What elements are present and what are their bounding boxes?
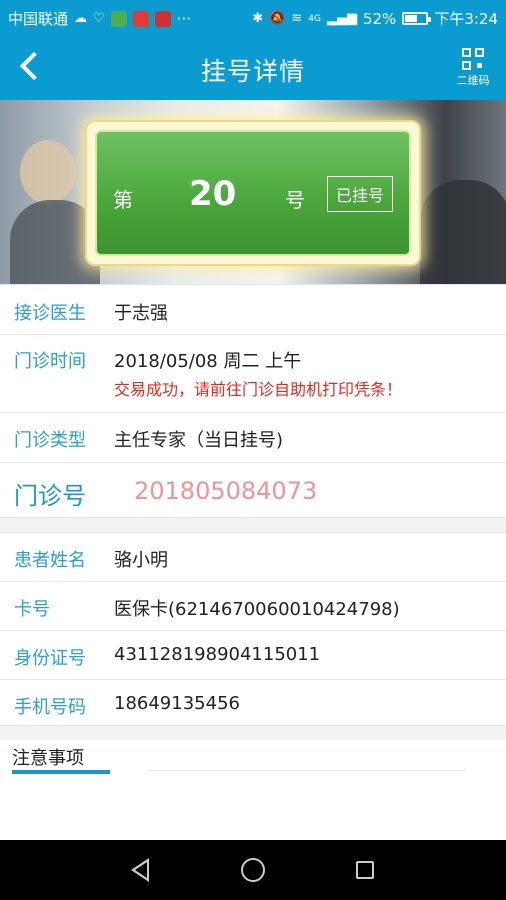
- status-badge: 已挂号: [327, 176, 394, 212]
- patient-name-row: 患者姓名 骆小明: [0, 533, 506, 582]
- app-notification-icon: [132, 10, 149, 27]
- appointment-info-card: 接诊医生 于志强 门诊时间 2018/05/08 周二 上午 交易成功，请前往门…: [0, 284, 506, 518]
- qr-code-button[interactable]: 二维码: [450, 44, 496, 92]
- app-bar: 挂号详情 二维码: [0, 34, 506, 100]
- cloud-icon: ☁: [74, 10, 88, 26]
- ticket-number: 20: [189, 174, 237, 214]
- transaction-notice: 交易成功，请前往门诊自助机打印凭条！: [114, 380, 403, 399]
- carrier-label: 中国联通: [8, 10, 69, 28]
- divider: [148, 770, 466, 771]
- qr-code-label: 二维码: [456, 74, 490, 87]
- clock: 下午3:24: [434, 10, 498, 28]
- network-type-label: 4G: [308, 13, 321, 24]
- ticket-suffix: 号: [285, 188, 305, 212]
- ticket-card: 第 20 号 已挂号: [85, 120, 421, 266]
- card-number-value: 医保卡(6214670060010424798): [114, 599, 400, 620]
- wifi-icon: ≋: [291, 10, 303, 26]
- phone-value: 18649135456: [114, 693, 240, 714]
- clinic-number-label: 门诊号: [14, 482, 86, 510]
- ticket-prefix: 第: [113, 188, 133, 212]
- clinic-time-value: 2018/05/08 周二 上午: [114, 351, 302, 372]
- clinic-number-value: 201805084073: [134, 477, 318, 505]
- ticket-banner: 第 20 号 已挂号: [0, 100, 506, 284]
- tab-indicator: [12, 770, 110, 774]
- clinic-type-value: 主任专家（当日挂号): [114, 430, 284, 451]
- patient-name-label: 患者姓名: [14, 550, 86, 571]
- nav-recent-apps-icon[interactable]: [349, 854, 381, 886]
- phone-row: 手机号码 18649135456: [0, 680, 506, 729]
- banner-background-photo: [20, 140, 76, 204]
- mute-icon: 🔕: [269, 10, 286, 26]
- page-title: 挂号详情: [200, 57, 305, 86]
- card-number-row: 卡号 医保卡(6214670060010424798): [0, 582, 506, 631]
- patient-name-value: 骆小明: [114, 550, 168, 571]
- clinic-type-label: 门诊类型: [14, 430, 86, 451]
- id-number-label: 身份证号: [14, 648, 86, 669]
- banner-background-photo: [420, 180, 506, 284]
- id-number-row: 身份证号 431128198904115011: [0, 631, 506, 680]
- clinic-time-label: 门诊时间: [14, 351, 86, 372]
- patient-info-card: 患者姓名 骆小明 卡号 医保卡(6214670060010424798) 身份证…: [0, 532, 506, 726]
- ticket-face: 第 20 号 已挂号: [95, 130, 411, 256]
- clinic-type-row: 门诊类型 主任专家（当日挂号): [0, 413, 506, 463]
- heart-icon: ♡: [93, 10, 105, 26]
- doctor-row: 接诊医生 于志强: [0, 285, 506, 335]
- doctor-value: 于志强: [114, 303, 168, 324]
- card-number-label: 卡号: [14, 599, 50, 620]
- bluetooth-icon: ✱: [252, 10, 264, 26]
- app-notification-icon: [110, 10, 127, 27]
- more-notifications-icon: ···: [176, 9, 191, 28]
- clinic-time-row: 门诊时间 2018/05/08 周二 上午 交易成功，请前往门诊自助机打印凭条！: [0, 335, 506, 413]
- battery-percent: 52%: [362, 9, 397, 28]
- id-number-value: 431128198904115011: [114, 644, 321, 665]
- clinic-number-row: 门诊号 201805084073: [0, 463, 506, 517]
- nav-home-icon[interactable]: [237, 854, 269, 886]
- phone-label: 手机号码: [14, 697, 86, 718]
- qr-code-icon: [462, 48, 484, 70]
- doctor-label: 接诊医生: [14, 303, 86, 324]
- nav-back-icon[interactable]: [125, 854, 157, 886]
- notes-section: 注意事项: [0, 740, 506, 840]
- app-notification-icon: [154, 10, 171, 27]
- system-navigation-bar: [0, 840, 506, 900]
- battery-icon: [402, 12, 432, 25]
- signal-icon: ▂▄▆: [326, 10, 357, 26]
- tab-notes[interactable]: 注意事项: [12, 744, 84, 770]
- status-bar: 中国联通 ☁ ♡ ··· ✱ 🔕 ≋ 4G ▂▄▆ 52% 下午3:24: [0, 0, 506, 34]
